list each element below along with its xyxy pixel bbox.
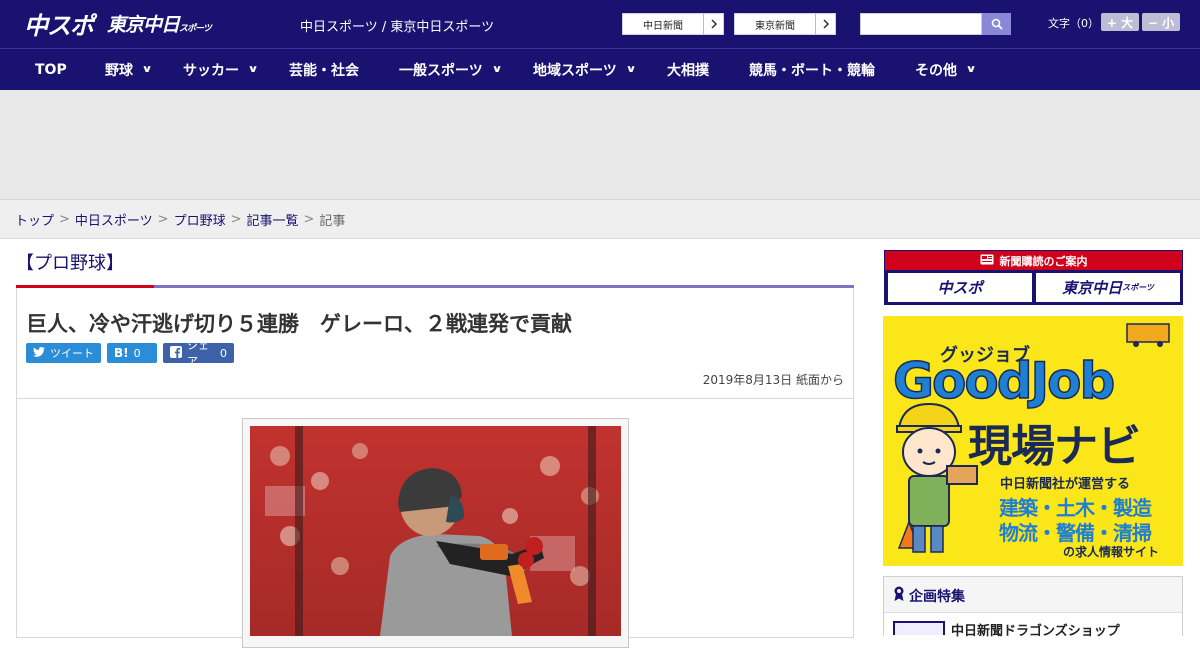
subscription-heading: 新聞購読のご案内 [885,251,1182,270]
tweet-label: ツイート [50,347,94,360]
subscribe-chuspo-link[interactable]: 中スポ [888,273,1032,302]
nav-item-label: その他 [915,62,957,79]
nav-item-racing[interactable]: 競馬・ボート・競輪 [749,49,875,90]
goodjob-line3: 物流・警備・清掃 [999,521,1152,545]
nav-item-top[interactable]: TOP [35,49,67,90]
facebook-share-button[interactable]: シェア 0 [163,339,234,368]
search-input[interactable] [860,13,982,35]
article-photo[interactable] [250,426,621,636]
chevron-down-icon: ∨ [141,64,153,75]
facebook-count: 0 [220,346,227,360]
facebook-share-label: シェア [187,339,209,368]
breadcrumb-separator: > [303,211,315,227]
chevron-down-icon: ∨ [965,64,977,75]
nav-item-general-sports[interactable]: 一般スポーツ ∨ [399,49,503,90]
nav-item-label: TOP [35,61,67,78]
twitter-icon [33,346,45,360]
subscribe-tokyo-chunichi-small: スポーツ [1122,283,1154,292]
subscribe-chuspo-label: 中スポ [937,279,983,297]
article-divider [16,398,854,399]
font-smaller-button[interactable]: − 小 [1142,13,1180,31]
chevron-down-icon: ∨ [625,64,637,75]
nav-item-local-sports[interactable]: 地域スポーツ ∨ [533,49,637,90]
tokyo-shimbun-link[interactable]: 東京新聞 [734,13,836,35]
goodjob-line4: の求人情報サイト [1063,545,1160,559]
chevron-down-icon: ∨ [247,64,259,75]
facebook-icon [170,345,182,361]
newspaper-icon [980,254,994,268]
nav-item-label: 一般スポーツ [399,62,483,79]
goodjob-line1: 中日新聞社が運営する [1000,477,1131,492]
tokyo-chunichi-logo-small: スポーツ [179,23,212,34]
baseball-player-photo [250,426,621,636]
breadcrumb-link-pro-baseball[interactable]: プロ野球 [174,210,226,229]
chevron-down-icon: ∨ [491,64,503,75]
main-nav: TOP 野球 ∨ サッカー ∨ 芸能・社会 一般スポーツ ∨ 地域スポーツ ∨ 大相撲 … [0,48,1200,90]
breadcrumb-separator: > [230,211,242,227]
nav-item-label: 大相撲 [667,62,709,79]
nav-item-other[interactable]: その他 ∨ [915,49,977,90]
feature-heading: 企画特集 [893,586,965,606]
subscribe-tokyo-chunichi-label: 東京中日 [1062,279,1123,297]
ribbon-icon [893,586,905,606]
tokyo-shimbun-label: 東京新聞 [755,20,795,32]
nav-item-label: 野球 [105,62,133,79]
font-larger-button[interactable]: + 大 [1101,13,1139,31]
goodjob-navi: 現場ナビ [968,421,1141,472]
subscription-box: 新聞購読のご案内 中スポ 東京中日 スポーツ [884,250,1183,305]
tweet-button[interactable]: ツイート [26,343,101,363]
breadcrumb-current: 記事 [319,213,346,229]
chevron-right-icon [703,14,723,34]
subscribe-tokyo-chunichi-link[interactable]: 東京中日 スポーツ [1036,273,1180,302]
feature-thumbnail[interactable] [893,621,945,635]
nav-item-label: 競馬・ボート・競輪 [749,62,875,79]
nav-item-sumo[interactable]: 大相撲 [667,49,709,90]
top-header: 中スポ 東京中日スポーツ 中日スポーツ / 東京中日スポーツ 中日新聞 東京新聞… [0,0,1200,48]
nav-item-soccer[interactable]: サッカー ∨ [183,49,259,90]
ad-banner-area [0,90,1200,200]
nav-item-baseball[interactable]: 野球 ∨ [105,49,153,90]
hatena-bookmark-button[interactable]: B! 0 [107,343,157,363]
breadcrumb-link-chunichi-sports[interactable]: 中日スポーツ [75,210,153,229]
chunichi-shimbun-label: 中日新聞 [643,20,683,32]
site-title[interactable]: 中日スポーツ / 東京中日スポーツ [300,16,494,35]
article-dateline: 2019年8月13日 紙面から [702,373,844,387]
search-icon [991,15,1003,34]
chunichi-shimbun-link[interactable]: 中日新聞 [622,13,724,35]
site-logo[interactable]: 中スポ 東京中日スポーツ [24,6,212,40]
subscription-heading-text: 新聞購読のご案内 [999,254,1088,268]
breadcrumb-link-article-list[interactable]: 記事一覧 [247,210,299,229]
chevron-right-icon [815,14,835,34]
search-button[interactable] [982,13,1011,35]
hatena-icon: B! [114,346,129,360]
nav-item-entertainment[interactable]: 芸能・社会 [289,49,359,90]
nav-item-label: 芸能・社会 [289,62,359,79]
article-headline: 巨人、冷や汗逃げ切り５連勝 ゲレーロ、２戦連発で貢献 [26,312,572,336]
feature-heading-text: 企画特集 [909,589,965,605]
breadcrumb-separator: > [59,211,70,227]
chuspo-logo: 中スポ [24,11,94,40]
tokyo-chunichi-logo: 東京中日スポーツ [107,10,212,37]
breadcrumb-separator: > [157,211,169,227]
nav-item-label: 地域スポーツ [533,62,617,79]
font-size-label: 文字（0） [1048,17,1099,30]
category-label: 【プロ野球】 [16,253,124,274]
tokyo-chunichi-logo-text: 東京中日 [107,13,180,36]
goodjob-title: GoodJob [892,351,1116,411]
nav-item-label: サッカー [183,62,239,79]
breadcrumb-link-top[interactable]: トップ [15,210,54,229]
hatena-count: 0 [133,346,141,360]
breadcrumb: トップ > 中日スポーツ > プロ野球 > 記事一覧 > 記事 [0,200,1200,239]
